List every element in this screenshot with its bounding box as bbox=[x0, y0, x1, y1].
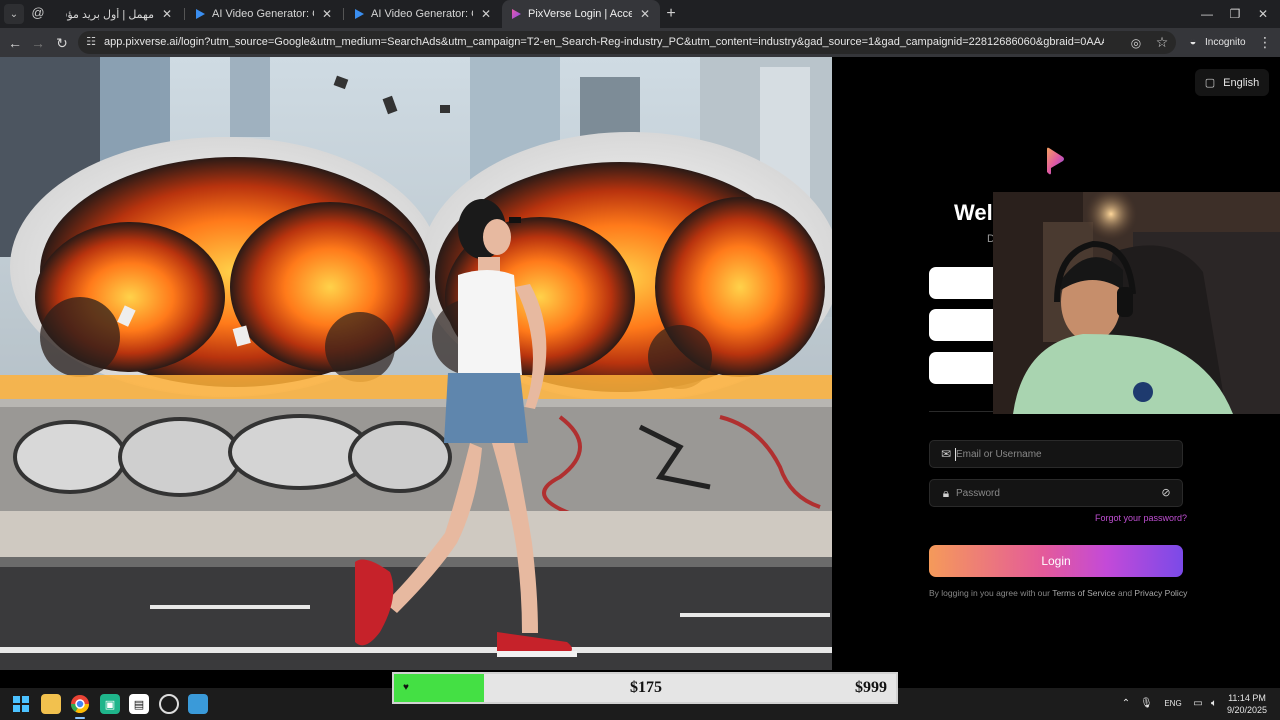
language-label: English bbox=[1223, 76, 1260, 89]
close-icon[interactable]: ✕ bbox=[638, 7, 652, 21]
app-icon-obs[interactable] bbox=[159, 694, 179, 714]
browser-toolbar: ← → ↻ ☷ app.pixverse.ai/login?utm_source… bbox=[0, 28, 1280, 57]
file-explorer-icon[interactable] bbox=[41, 694, 61, 714]
tab-title: مهمل | أول بريد مؤقت عربي bbox=[66, 8, 154, 21]
language-indicator[interactable]: ENG bbox=[1162, 696, 1184, 712]
new-tab-button[interactable]: + bbox=[662, 4, 680, 24]
terms-and: and bbox=[1117, 588, 1133, 598]
tab-title: AI Video Generator: Create Am bbox=[371, 8, 473, 20]
address-url[interactable]: app.pixverse.ai/login?utm_source=Google&… bbox=[104, 36, 1104, 50]
pixverse-icon bbox=[353, 8, 365, 20]
browser-menu-icon[interactable]: ⋮ bbox=[1258, 32, 1272, 52]
at-icon[interactable]: @ bbox=[30, 5, 46, 21]
close-icon[interactable]: ✕ bbox=[320, 7, 334, 21]
clock-time: 11:14 PM bbox=[1228, 693, 1266, 703]
forgot-password-link[interactable]: Forgot your password? bbox=[1095, 513, 1187, 523]
tab-3[interactable]: AI Video Generator: Create Am ✕ bbox=[345, 0, 501, 28]
app-icon-green[interactable]: ▣ bbox=[100, 694, 120, 714]
tab-2[interactable]: AI Video Generator: Create Am ✕ bbox=[186, 0, 342, 28]
close-icon[interactable]: ✕ bbox=[479, 7, 493, 21]
microphone-icon[interactable]: 🎙︎ bbox=[1140, 696, 1153, 712]
pixverse-icon bbox=[194, 8, 206, 20]
streamer-webcam-illustration bbox=[993, 192, 1280, 414]
password-input[interactable] bbox=[956, 485, 1156, 501]
active-app-indicator bbox=[75, 717, 85, 719]
login-button[interactable]: Login bbox=[929, 545, 1183, 577]
system-clock[interactable]: 11:14 PM 9/20/2025 bbox=[1222, 692, 1272, 716]
incognito-badge[interactable]: ◒ Incognito bbox=[1186, 33, 1246, 51]
tab-4-active[interactable]: PixVerse Login | Access Your AI ✕ bbox=[502, 0, 660, 28]
tab-search-button[interactable]: ⌄ bbox=[4, 4, 24, 24]
tab-1[interactable]: مهمل | أول بريد مؤقت عربي ✕ bbox=[58, 0, 182, 28]
explosion-scene-illustration bbox=[0, 57, 832, 670]
incognito-icon: ◒ bbox=[1189, 36, 1197, 48]
volume-icon[interactable]: 🔈︎ bbox=[1208, 696, 1220, 712]
back-button[interactable]: ← bbox=[4, 32, 26, 54]
mail-icon: ✉ bbox=[940, 447, 952, 461]
network-icon[interactable]: ▭ bbox=[1192, 696, 1204, 712]
reload-button[interactable]: ↻ bbox=[51, 32, 73, 54]
address-bar[interactable]: ☷ app.pixverse.ai/login?utm_source=Googl… bbox=[78, 31, 1176, 54]
heart-icon: ♥ bbox=[403, 682, 409, 693]
language-icon: ▢ bbox=[1204, 77, 1216, 89]
site-info-icon[interactable]: ☷ bbox=[84, 35, 98, 49]
app-icon-photos[interactable] bbox=[188, 694, 208, 714]
tab-title: PixVerse Login | Access Your AI bbox=[528, 8, 632, 20]
privacy-policy-link[interactable]: Privacy Policy bbox=[1134, 588, 1187, 598]
clock-date: 9/20/2025 bbox=[1226, 705, 1268, 715]
email-field[interactable]: ✉ bbox=[929, 440, 1183, 468]
close-icon[interactable]: ✕ bbox=[160, 7, 174, 21]
app-icon-terminal[interactable]: ▤ bbox=[129, 694, 149, 714]
tab-strip: ⌄ @ مهمل | أول بريد مؤقت عربي ✕ AI Video… bbox=[0, 0, 1280, 28]
tab-separator bbox=[343, 8, 344, 20]
terms-text: By logging in you agree with our Terms o… bbox=[929, 588, 1229, 598]
pixverse-icon bbox=[510, 8, 522, 20]
close-window-button[interactable]: ✕ bbox=[1246, 0, 1280, 28]
password-field[interactable]: 🔒︎ ⊘ bbox=[929, 479, 1183, 507]
eye-off-icon[interactable]: ◎ bbox=[1128, 35, 1144, 51]
windows-start-icon[interactable] bbox=[11, 694, 31, 714]
pixverse-logo bbox=[1045, 147, 1065, 175]
bookmark-star-icon[interactable]: ☆ bbox=[1154, 34, 1170, 50]
language-button[interactable]: ▢ English bbox=[1195, 69, 1269, 96]
tab-separator bbox=[184, 8, 185, 20]
chrome-icon[interactable] bbox=[70, 694, 90, 714]
tab-title: AI Video Generator: Create Am bbox=[212, 8, 314, 20]
eye-off-icon[interactable]: ⊘ bbox=[1159, 486, 1173, 500]
donation-goal-bar: ♥ $175 $999 bbox=[392, 672, 898, 704]
show-hidden-icons[interactable]: ⌃ bbox=[1120, 696, 1132, 712]
email-input[interactable] bbox=[956, 446, 1156, 462]
terms-of-service-link[interactable]: Terms of Service bbox=[1052, 588, 1115, 598]
donation-goal-amount: $999 bbox=[855, 679, 887, 696]
hero-image bbox=[0, 57, 832, 670]
incognito-label: Incognito bbox=[1205, 36, 1246, 48]
terms-prefix: By logging in you agree with our bbox=[929, 588, 1050, 598]
webcam-overlay bbox=[993, 192, 1280, 414]
donation-current-amount: $175 bbox=[630, 679, 662, 696]
lock-icon: 🔒︎ bbox=[942, 486, 950, 500]
forward-button[interactable]: → bbox=[27, 32, 49, 54]
